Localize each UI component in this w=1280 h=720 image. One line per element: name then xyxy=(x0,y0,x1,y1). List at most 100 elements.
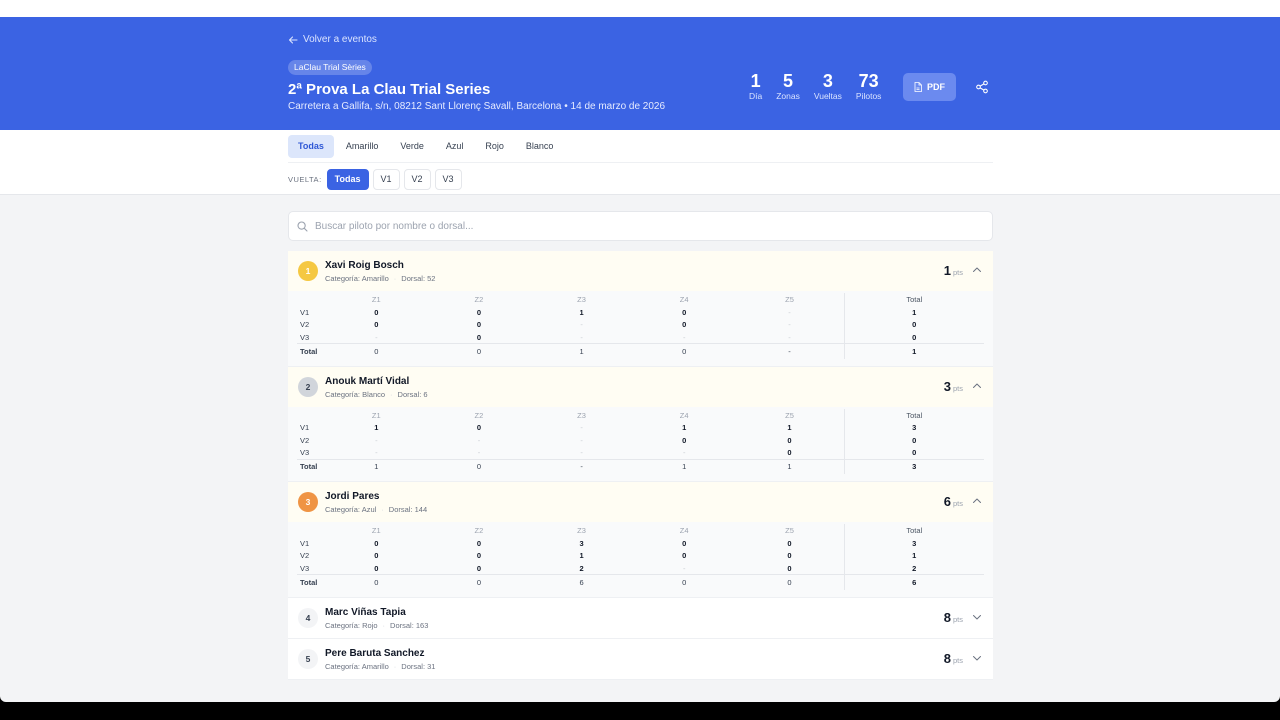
zone-total-cell: - xyxy=(530,458,633,474)
zone-total-cell: 0 xyxy=(427,574,531,590)
lap-button-v1[interactable]: V1 xyxy=(372,169,400,190)
zone-header: Z2 xyxy=(474,410,484,420)
position-badge: 4 xyxy=(298,607,318,628)
score-cell: 0 xyxy=(476,551,482,561)
score-cell: - xyxy=(788,320,791,330)
stat-value: 1 xyxy=(750,71,761,91)
corner-cell xyxy=(297,524,325,537)
position-badge: 3 xyxy=(298,492,318,512)
series-badge: LaClau Trial Sèries xyxy=(288,60,372,75)
search-input[interactable] xyxy=(315,220,915,232)
score-table-wrap: Z1 Z2 Z3 Z4 Z5 Total V1 0 0 1 0-1 V2 0 0-0-0 V3-0- - -0 T… xyxy=(288,291,993,366)
tab-category-verde[interactable]: Verde xyxy=(390,135,434,158)
meta-separator: · xyxy=(382,620,386,630)
lap-total-cell: 3 xyxy=(843,537,984,550)
score-cell: - xyxy=(580,435,583,445)
score-table: Z1 Z2 Z3 Z4 Z5 Total V1 0 0 3 0 0 3 V2 0 0 1 0 0 1 V3 0 0 2-0 2 T… xyxy=(297,524,984,590)
score-cell: 0 xyxy=(682,551,687,561)
rider-category: Categoría: Rojo xyxy=(325,620,378,630)
chevron-up-icon[interactable] xyxy=(972,496,982,506)
chevron-up-icon[interactable] xyxy=(972,265,982,275)
rider-header[interactable]: 4 Marc Viñas Tapia Categoría: Rojo · Dorsal:… xyxy=(288,598,993,638)
score-cell: - xyxy=(682,563,686,573)
score-cell: 1 xyxy=(374,423,379,433)
score-cell: - xyxy=(477,435,481,445)
lap-label: V2 xyxy=(300,435,310,445)
chevron-down-icon[interactable] xyxy=(972,612,982,622)
rider-category: Categoría: Amarillo xyxy=(325,661,389,671)
meta-separator: · xyxy=(393,661,397,671)
rider-category: Categoría: Amarillo xyxy=(325,274,389,283)
share-icon[interactable] xyxy=(975,80,989,94)
zone-total-cell: 1 xyxy=(325,458,428,474)
rider-name: Pere Baruta Sanchez xyxy=(325,647,425,659)
rider-dorsal: Dorsal: 52 xyxy=(401,274,436,283)
score-cell: 0 xyxy=(787,563,792,573)
lap-label: V2 xyxy=(300,551,310,561)
stat-label: Día xyxy=(749,91,763,101)
zone-header: Z3 xyxy=(577,410,586,420)
points-unit: pts xyxy=(952,655,963,665)
total-row-label: Total xyxy=(297,343,325,359)
lap-row: V3 - - - - 0 0 xyxy=(297,446,984,459)
event-title: 2ª Prova La Clau Trial Series xyxy=(288,81,491,98)
rider-result: 1 Xavi Roig Bosch Categoría: Amarillo · Dors… xyxy=(288,251,993,367)
score-cell: - xyxy=(477,448,481,457)
chevron-up-icon[interactable] xyxy=(972,381,982,391)
rider-points: 8 pts xyxy=(944,651,963,666)
rider-meta: Categoría: Rojo · Dorsal: 163 xyxy=(325,621,428,630)
rider-header[interactable]: 1 Xavi Roig Bosch Categoría: Amarillo · Dors… xyxy=(288,251,993,291)
zone-header: Z4 xyxy=(679,526,689,535)
zone-header: Z3 xyxy=(577,295,586,304)
file-icon xyxy=(914,82,922,92)
score-cell: 1 xyxy=(579,551,584,561)
score-cell: 0 xyxy=(682,320,687,330)
tab-category-todas[interactable]: Todas xyxy=(288,135,334,158)
search-icon xyxy=(297,220,308,232)
score-table-wrap: Z1 Z2 Z3 Z4 Z5 Total V1 1 0-1 1 3 V2- - -0 0 0 V3- - - -0 0 T… xyxy=(288,406,993,481)
zone-total-cell: 1 xyxy=(530,343,633,359)
rider-result: 5 Pere Baruta Sanchez Categoría: Amarillo ·… xyxy=(288,638,993,680)
rider-meta: Categoría: Blanco · Dorsal: 6 xyxy=(325,390,428,399)
zone-total-cell: 0 xyxy=(735,574,844,590)
rider-header[interactable]: 3 Jordi Pares Categoría: Azul · Dorsal: 144 6… xyxy=(288,482,993,522)
rider-dorsal: Dorsal: 163 xyxy=(390,620,429,630)
lap-button-todas[interactable]: Todas xyxy=(326,169,369,190)
rider-name: Marc Viñas Tapia xyxy=(325,606,406,618)
rider-header[interactable]: 2 Anouk Martí Vidal Categoría: Blanco · Dors… xyxy=(288,366,993,407)
score-cell: 0 xyxy=(476,307,482,317)
tab-category-blanco[interactable]: Blanco xyxy=(516,135,564,158)
zone-header: Z1 xyxy=(371,295,381,304)
lap-button-v2[interactable]: V2 xyxy=(403,169,431,190)
lap-total-cell: 1 xyxy=(843,306,984,319)
points-value: 8 xyxy=(943,650,951,666)
chevron-down-icon[interactable] xyxy=(972,653,982,663)
tab-category-azul[interactable]: Azul xyxy=(436,135,474,158)
tab-category-amarillo[interactable]: Amarillo xyxy=(336,135,389,158)
tab-category-rojo[interactable]: Rojo xyxy=(475,135,514,158)
meta-separator: · xyxy=(381,505,384,514)
lap-row: V1 0 0 3 0 0 3 xyxy=(297,537,984,550)
points-unit: pts xyxy=(952,499,963,508)
zone-total-cell: 0 xyxy=(632,574,736,590)
zone-total-cell: 1 xyxy=(735,458,844,474)
score-cell: 1 xyxy=(787,423,792,433)
position-badge: 1 xyxy=(298,261,318,281)
back-link[interactable]: Volver a eventos xyxy=(288,34,377,45)
lap-row: V2 0 0 - 0 - 0 xyxy=(297,318,984,331)
score-cell: 2 xyxy=(579,563,584,573)
pdf-button-label: PDF xyxy=(927,82,945,92)
rider-header[interactable]: 5 Pere Baruta Sanchez Categoría: Amarillo ·… xyxy=(288,639,993,679)
zone-total-cell: 6 xyxy=(530,574,633,590)
arrow-left-icon xyxy=(288,35,298,44)
zone-header: Z4 xyxy=(679,410,689,420)
lap-total-cell: 0 xyxy=(843,318,984,331)
lap-button-v3[interactable]: V3 xyxy=(434,169,462,190)
score-cell: - xyxy=(375,332,378,342)
score-cell: 0 xyxy=(787,551,792,561)
rider-name: Xavi Roig Bosch xyxy=(325,260,404,271)
points-value: 3 xyxy=(943,378,951,394)
pdf-button[interactable]: PDF xyxy=(903,73,956,101)
stat-label: Vueltas xyxy=(813,91,842,101)
total-header: Total xyxy=(843,524,984,537)
